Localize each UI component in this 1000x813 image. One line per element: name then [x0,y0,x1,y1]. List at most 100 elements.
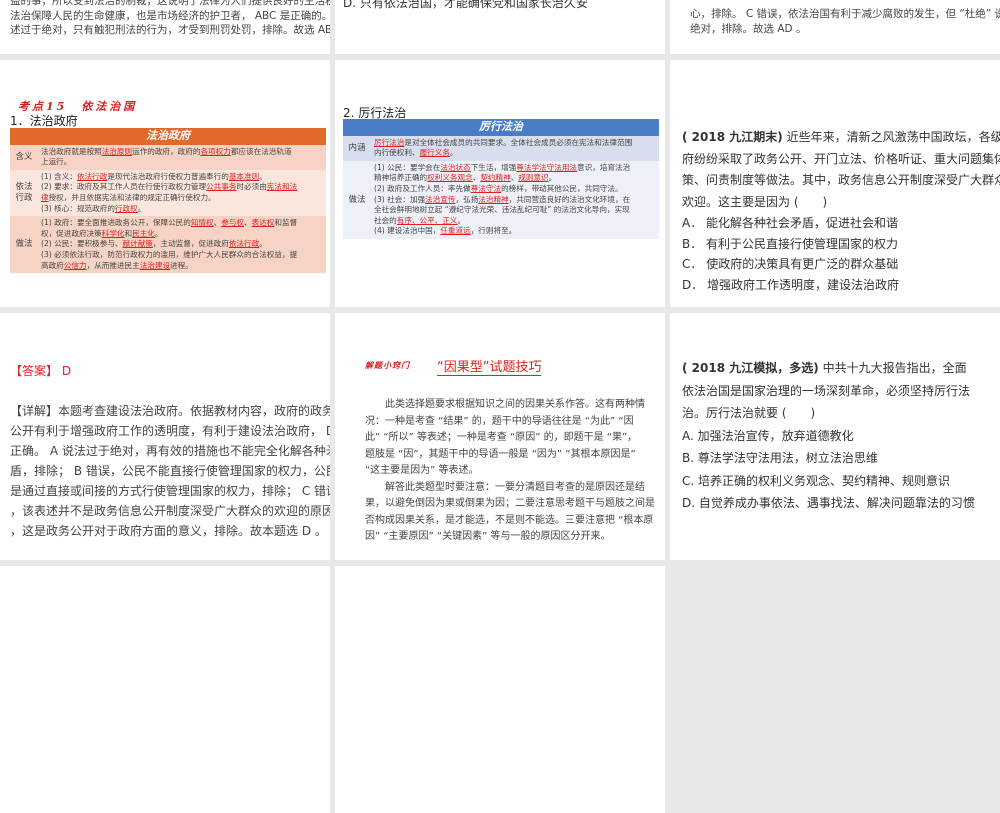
question-text: ( 2018 九江模拟，多选) 中共十九大报告指出，全面 依法治国是国家治理的一… [682,357,975,515]
text-segment: 授权，并且依据宪法和法律的规定正确行使权力。 [48,192,216,202]
text-line: (3) 核心：规范政府的行政权。 [41,204,323,215]
slide-thumbnail[interactable]: D. 只有依法治国，才能确保党和国家长治久安 [335,0,665,54]
text-line: 内行使权利、履行义务。 [374,148,656,159]
answer-value: D [61,364,72,378]
text-segment: 和 [124,228,133,238]
text-line: 绝对，排除。故选 AD 。 [690,22,807,35]
keyword: 契约精神 [480,173,511,183]
keyword: 依法行政 [228,239,260,249]
table-title: 法治政府 [10,128,326,145]
text-line: 上运行。 [41,157,323,168]
option-d: D． 增强政府工作透明度，建设法治政府 [682,277,900,292]
keyword: 履行义务 [419,148,450,158]
keyword: 法治建设 [139,260,171,270]
text-segment: (1) 含义： [41,171,77,181]
text-line: 社会的有序、公平、正义。 [374,216,656,227]
explanation-text: 【详解】本题考查建设法治政府。依据教材内容，政府的政务 公开有利于增强政府工作的… [10,401,330,541]
row-content: 法治政府就是按照法治原则运作的政府，政府的各项权力都应该在法治轨道 上运行。 [38,145,326,170]
table-row: 内涵 厉行法治是对全体社会成员的共同要求。全体社会成员必须在宪法和法律范围 内行使权… [343,135,659,161]
slide-thumbnail[interactable]: 益的事，所以受到法治的制裁，这说明了法律为人们提供良好的生活秩序， 法治保障人民… [0,0,330,54]
text-line: (2) 公民：要积极参与、献计献策，主动监督，促进政府依法行政。 [41,239,323,250]
text-segment: 进程。 [170,260,193,270]
text-segment: (1) 政府：要全面推进政务公开，保障公民的 [41,218,191,228]
tips-tag: 解题小窍门 [365,360,410,370]
slide-thumbnail[interactable]: 心，排除。 C 错误，依法治国有利于减少腐败的发生，但 “杜绝” 说法过于 绝对… [670,0,1000,54]
text-line: 否构成因果关系，是才能选，不是则不能选。三要注意把 “根本原 [365,514,654,526]
keyword: 基本准则 [228,171,260,181]
table-row: 含义 法治政府就是按照法治原则运作的政府，政府的各项权力都应该在法治轨道 上运行。 [10,144,326,170]
text-line: 盾，排除； B 错误，公民不能直接行使管理国家的权力，公民 [10,464,330,478]
keyword: 公信力 [63,260,87,270]
text-segment: 全社会鲜明地树立起 “遵纪守法光荣、违法乱纪可耻” 的法治文化导向，实现 [374,205,630,215]
text-segment: (3) 核心：规范政府的 [41,203,115,213]
text-line: 【详解】本题考查建设法治政府。依据教材内容，政府的政务 [10,404,330,418]
text-segment: 是现代法治政府行使权力普遍奉行的 [107,171,229,181]
text-segment: 权，促进政府决策 [41,228,102,238]
explanation-text: 心，排除。 C 错误，依法治国有利于减少腐败的发生，但 “杜绝” 说法过于 绝对… [690,7,1000,36]
text-segment: (4) 建设法治中国， [374,226,441,236]
slide-thumbnail-question-1[interactable]: ( 2018 九江期末) 近些年来，清新之风激荡中国政坛，各级政 府纷纷采取了政… [670,60,1000,307]
text-line: 策、问责制度等做法。其中，政务信息公开制度深受广大群众的 [682,173,1000,187]
text-line: 此类选择题要求根据知识之间的因果关系作答。这有两种情 [365,399,645,410]
keyword: 有序、公平、正义 [396,215,458,225]
slide-thumbnail-question-2[interactable]: ( 2018 九江模拟，多选) 中共十九大报告指出，全面 依法治国是国家治理的一… [670,313,1000,560]
text-line: (3) 社会：加强法治宣传，弘扬法治精神，共同营造良好的法治文化环境，在 [374,195,656,206]
text-line: 依法治国是国家治理的一场深刻革命，必须坚持厉行法 [682,383,971,398]
option-a: A． 能化解各种社会矛盾，促进社会和谐 [682,216,899,230]
text-line: 全社会鲜明地树立起 “遵纪守法光荣、违法乱纪可耻” 的法治文化导向，实现 [374,205,656,216]
text-segment: 是对全体社会成员的共同要求。全体社会成员必须在宪法和法律范围 [404,137,633,147]
keyword: 权利义务观念 [427,173,473,183]
slide-thumbnail-answer-1[interactable]: 【答案】 D 【详解】本题考查建设法治政府。依据教材内容，政府的政务 公开有利于… [0,313,330,560]
slide-thumbnail-rule-law[interactable]: 2. 厉行法治 厉行法治 内涵 厉行法治是对全体社会成员的共同要求。全体社会成员必… [335,60,665,307]
keyword: 法治宣传 [425,194,456,204]
text-segment: 内行使权利、 [374,148,420,158]
slide-thumbnail-tips[interactable]: 解题小窍门 “因果型”试题技巧 此类选择题要求根据知识之间的因果关系作答。这有两… [335,313,665,560]
text-segment: (1) 公民：要学会在 [374,162,441,172]
keyword: 规则意识 [518,173,549,183]
text-segment: ，共同营造良好的法治文化环境，在 [508,194,631,204]
option-b: B． 有利于公民直接行使管理国家的权力 [682,236,899,251]
text-segment: 法治政府就是按照 [41,146,102,156]
table-row: 做法 (1) 公民：要学会在法治状态下生活，增强尊法学法守法用法意识，培育法治 精神… [343,160,659,239]
text-line: 权，促进政府决策科学化和民主化。 [41,229,323,240]
text-line: 精神培养正确的权利义务观念、契约精神、规则意识。 [374,173,656,184]
text-line: 法治政府就是按照法治原则运作的政府，政府的各项权力都应该在法治轨道 [41,147,323,158]
text-segment: 高政府 [41,260,64,270]
text-segment: ，从而推进民主 [86,260,140,270]
text-segment: 。 [548,173,557,183]
text-line: ，这是政务公开对于政府方面的意义，排除。故本题选 D 。 [10,524,327,538]
answer-line: 【答案】 D [10,362,71,379]
keyword: 依法行政 [76,171,108,181]
keyword: 表达权 [251,218,275,228]
keyword: 各项权力 [200,146,231,156]
row-label: 含义 [15,151,33,162]
row-label: 依法行政 [15,182,33,203]
text-line: 因” “主要原因” “关键因素” 等与一般的原因区分开来。 [365,531,611,542]
text-line: 此” “所以” 等表述；一种是考查 “原因” 的，即题干是 “果”， [365,432,638,443]
text-line: 是通过直接或间接的方式行使管理国家的权力，排除； C 错误 [10,484,330,498]
keyword: 厉行法治 [374,137,405,147]
text-line: 律授权，并且依据宪法和法律的规定正确行使权力。 [41,193,323,204]
text-segment: 。 [449,148,458,158]
keyword: 献计献策 [122,239,153,249]
text-segment: 上运行。 [41,157,72,167]
slide-thumbnail[interactable] [0,566,330,813]
section-heading: 1．法治政府 [10,114,78,128]
option-c: C. 培养正确的权利义务观念、契约精神、规则意识 [682,473,951,488]
text-line: (2) 政府及工作人员：率先做尊法守法的榜样，带动其他公民，共同守法。 [374,184,656,195]
slide-thumbnail-rule-gov[interactable]: 考点15 依法治国 1．法治政府 法治政府 含义 法治政府就是按照法治原则运作的政… [0,60,330,307]
text-line: 近些年来，清新之风激荡中国政坛，各级政 [786,130,1000,144]
text-segment: 下生活，增强 [470,162,517,172]
row-label: 内涵 [348,142,366,153]
text-segment: 。 [154,228,163,238]
keyword: 知情权 [190,218,214,228]
keyword: 法治精神 [478,194,509,204]
slide-thumbnail[interactable] [335,566,665,813]
text-line: 欢迎。这主要是因为 ( ) [682,194,828,209]
keyword: 任重道远 [440,226,471,236]
text-line: 解答此类题型时要注意：一要分清题目考查的是原因还是结 [365,481,645,493]
text-line: 法治保障人民的生命健康，也是市场经济的护卫者， ABC 是正确的。 D 表 [10,9,330,22]
text-line: (3) 必须依法行政，防范行政权力的滥用，维护广大人民群众的合法权益，提 [41,250,323,261]
keyword: 行政权 [114,203,138,213]
keyword: 律 [41,192,49,202]
